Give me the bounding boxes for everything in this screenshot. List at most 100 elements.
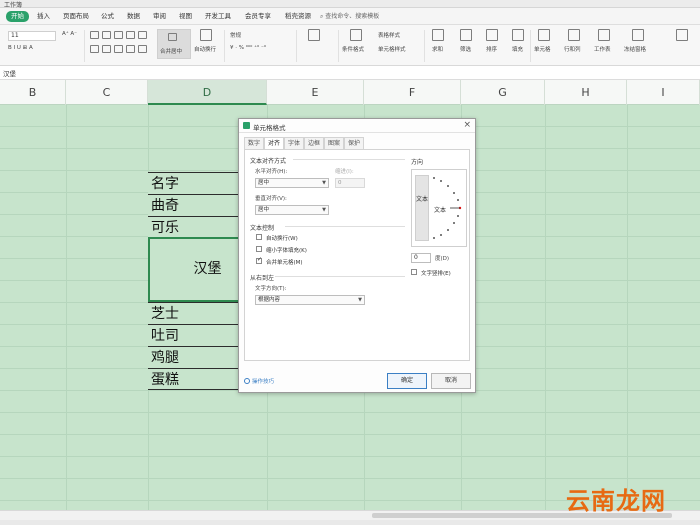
orientation-panel: 方向 文本 文本 0 度(D) 文字竖排(E)	[411, 157, 467, 277]
column-header-e[interactable]: E	[267, 80, 364, 105]
menu-view[interactable]: 视图	[176, 11, 195, 22]
sort-label[interactable]: 排序	[486, 45, 497, 53]
wrap-text-icon[interactable]	[200, 29, 212, 41]
align-left-icon[interactable]	[90, 45, 99, 53]
number-format-icons[interactable]: ¥ · % ⁰⁰⁰ ⁺⁰ ⁻⁰	[230, 45, 266, 51]
cell-icon[interactable]	[538, 29, 550, 41]
justify-icon[interactable]	[126, 45, 135, 53]
table-style-button[interactable]: 表格样式	[378, 31, 400, 39]
indent-stepper[interactable]: 0	[335, 178, 365, 188]
menu-developer[interactable]: 开发工具	[202, 11, 234, 22]
menu-home[interactable]: 开始	[6, 11, 29, 22]
orientation-icon[interactable]	[126, 31, 135, 39]
status-bar	[0, 520, 700, 525]
cell-d-toast[interactable]: 吐司	[148, 324, 240, 346]
menu-formulas[interactable]: 公式	[98, 11, 117, 22]
column-header-h[interactable]: H	[545, 80, 627, 105]
cancel-button[interactable]: 取消	[431, 373, 471, 389]
indent-icon[interactable]	[138, 31, 147, 39]
font-grow-icon[interactable]: A⁺ A⁻	[62, 31, 77, 37]
fill-icon[interactable]	[512, 29, 524, 41]
cell-content-display[interactable]: 汉堡	[3, 68, 16, 78]
row-col-label[interactable]: 行和列	[564, 45, 581, 53]
menu-insert[interactable]: 插入	[34, 11, 53, 22]
column-header-i[interactable]: I	[627, 80, 700, 105]
cell-label[interactable]: 单元格	[534, 45, 551, 53]
tips-text: 操作技巧	[252, 379, 275, 385]
align-bottom-icon[interactable]	[114, 31, 123, 39]
cell-d-drumstick[interactable]: 鸡腿	[148, 346, 240, 368]
column-header-g[interactable]: G	[461, 80, 545, 105]
ok-button[interactable]: 确定	[387, 373, 427, 389]
tab-pattern[interactable]: 图案	[324, 137, 344, 149]
sort-icon[interactable]	[486, 29, 498, 41]
filter-label[interactable]: 筛选	[460, 45, 471, 53]
horizontal-align-value: 居中	[258, 180, 270, 186]
column-header-d[interactable]: D	[148, 80, 267, 105]
align-middle-icon[interactable]	[102, 31, 111, 39]
close-icon[interactable]: ×	[463, 120, 471, 130]
type-convert-icon[interactable]	[308, 29, 320, 41]
tab-protection[interactable]: 保护	[344, 137, 364, 149]
vertical-align-select[interactable]: 居中 ▼	[255, 205, 329, 215]
column-header-c[interactable]: C	[66, 80, 148, 105]
dialog-title-bar[interactable]: 单元格格式 ×	[239, 119, 475, 133]
cond-format-icon[interactable]	[350, 29, 362, 41]
wrap-text-checkbox[interactable]	[256, 234, 262, 240]
font-style-icons[interactable]: B I U ⊞ A	[8, 45, 33, 51]
dialog-footer: 操作技巧 确定 取消	[239, 369, 475, 393]
worksheet-icon[interactable]	[598, 29, 610, 41]
align-center-icon[interactable]	[102, 45, 111, 53]
tab-number[interactable]: 数字	[244, 137, 264, 149]
align-top-icon[interactable]	[90, 31, 99, 39]
align-right-icon[interactable]	[114, 45, 123, 53]
menu-data[interactable]: 数据	[124, 11, 143, 22]
command-search[interactable]: ⌕ 查找命令、搜索模板	[320, 11, 379, 22]
freeze-icon[interactable]	[632, 29, 644, 41]
vertical-text-check-label: 文字竖排(E)	[421, 271, 451, 277]
vertical-text-button[interactable]: 文本	[415, 175, 429, 241]
vertical-text-checkbox[interactable]	[411, 269, 417, 275]
column-header-f[interactable]: F	[364, 80, 461, 105]
section-divider	[285, 226, 405, 227]
fill-label[interactable]: 填充	[512, 45, 523, 53]
row-col-icon[interactable]	[568, 29, 580, 41]
cell-d-cake[interactable]: 蛋糕	[148, 368, 240, 390]
menu-docer[interactable]: 稻壳资源	[282, 11, 314, 22]
search-text: 查找命令、搜索模板	[325, 13, 380, 20]
number-format-select[interactable]: 常规	[230, 31, 241, 39]
freeze-label[interactable]: 冻结窗格	[624, 45, 646, 53]
tab-border[interactable]: 边框	[304, 137, 324, 149]
merge-cells-checkbox[interactable]	[256, 256, 262, 264]
cell-style-button[interactable]: 单元格样式	[378, 45, 406, 53]
menu-page-layout[interactable]: 页面布局	[60, 11, 92, 22]
filter-icon[interactable]	[460, 29, 472, 41]
menu-member[interactable]: 会员专享	[242, 11, 274, 22]
text-direction-select[interactable]: 根据内容 ▼	[255, 295, 365, 305]
cell-d-cookie[interactable]: 曲奇	[148, 194, 240, 216]
shrink-fit-checkbox[interactable]	[256, 246, 262, 252]
chevron-down-icon: ▼	[358, 297, 362, 303]
cond-format-label[interactable]: 条件格式	[342, 45, 364, 53]
column-header-b[interactable]: B	[0, 80, 66, 105]
watermark-logo: 云南龙网	[566, 487, 666, 515]
cell-d-cheese[interactable]: 芝士	[148, 302, 240, 324]
sum-label[interactable]: 求和	[432, 45, 443, 53]
table-tools-icon[interactable]	[676, 29, 688, 41]
wrap-text-label[interactable]: 自动换行	[194, 45, 216, 53]
menu-review[interactable]: 审阅	[150, 11, 169, 22]
tips-link[interactable]: 操作技巧	[244, 377, 274, 385]
distributed-icon[interactable]	[138, 45, 147, 53]
alignment-pane: 文本对齐方式 水平对齐(H): 居中 ▼ 缩进(I): 0 垂直对齐(V): 居…	[244, 149, 470, 361]
grid-line	[66, 105, 67, 510]
tab-font[interactable]: 字体	[284, 137, 304, 149]
degree-input[interactable]: 0	[411, 253, 431, 263]
worksheet-label[interactable]: 工作表	[594, 45, 611, 53]
font-size-select[interactable]: 11	[8, 31, 56, 41]
merge-center-button[interactable]: 合并居中	[157, 29, 191, 59]
cell-d-cola[interactable]: 可乐	[148, 216, 240, 237]
cell-d-name[interactable]: 名字	[148, 172, 240, 194]
sum-icon[interactable]	[432, 29, 444, 41]
horizontal-align-select[interactable]: 居中 ▼	[255, 178, 329, 188]
toolbar-separator	[296, 30, 297, 62]
